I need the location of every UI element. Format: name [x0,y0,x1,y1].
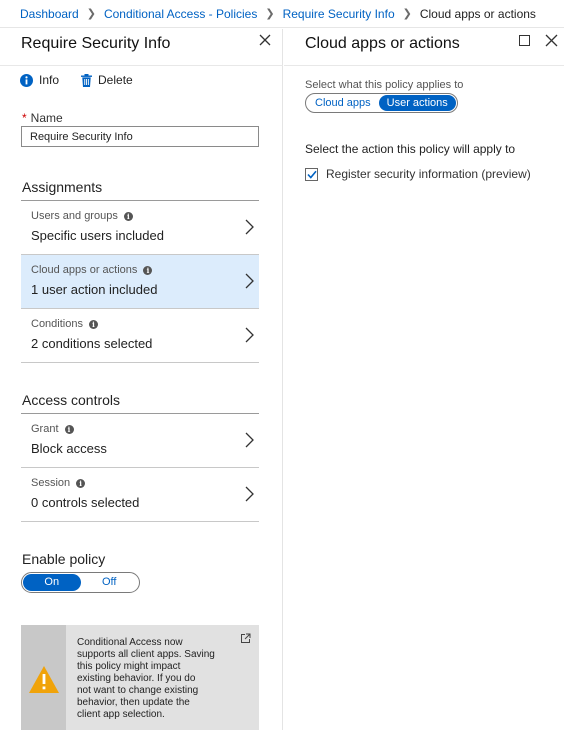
chevron-right-icon [245,327,254,343]
info-icon [20,73,33,87]
divider [21,362,259,363]
chevron-right-icon [245,486,254,502]
info-button[interactable]: Info [20,73,59,87]
policy-blade: Require Security Info Info Delete * Name … [0,29,283,730]
blade-title: Require Security Info [21,35,171,52]
warning-icon [29,666,59,693]
divider [0,65,283,66]
chevron-right-icon [245,219,254,235]
row-label: Conditions [31,318,83,330]
warning-line: behavior, then update the [77,697,190,708]
warning-line: not want to change existing [77,685,199,696]
info-icon[interactable]: i [88,319,98,329]
breadcrumb-policies[interactable]: Conditional Access - Policies [104,7,257,21]
close-icon[interactable] [258,33,272,47]
access-controls-heading: Access controls [22,392,121,408]
row-value: 1 user action included [31,282,158,297]
chevron-right-icon: ❯ [86,8,96,20]
blade-title: Cloud apps or actions [305,35,460,52]
close-icon[interactable] [545,34,558,47]
breadcrumb-dashboard[interactable]: Dashboard [20,7,79,21]
row-value: 2 conditions selected [31,336,153,351]
maximize-icon[interactable] [519,35,530,46]
checkbox[interactable] [305,167,318,181]
conditions-row[interactable]: Conditions i 2 conditions selected [21,309,259,362]
chevron-right-icon: ❯ [402,8,412,20]
warning-line: this policy might impact [77,661,181,672]
applies-to-label: Select what this policy applies to [305,79,464,91]
delete-button[interactable]: Delete [81,73,133,87]
row-label: Users and groups [31,210,118,222]
toggle-on[interactable]: On [23,574,81,591]
divider [21,521,259,522]
row-label: Session [31,477,71,489]
breadcrumb: Dashboard ❯ Conditional Access - Policie… [0,0,564,28]
users-and-groups-row[interactable]: Users and groups i Specific users include… [21,201,259,254]
segment-cloud-apps[interactable]: Cloud apps [307,95,379,111]
client-apps-warning: Conditional Access now supports all clie… [21,625,259,730]
enable-policy-toggle: On Off [21,572,140,593]
info-icon[interactable]: i [64,424,74,434]
register-security-info-option[interactable]: Register security information (preview) [305,167,531,181]
checkmark-icon [306,170,317,179]
name-label: * Name [22,111,63,125]
info-icon[interactable]: i [76,478,86,488]
chevron-right-icon [245,273,254,289]
command-bar: Info Delete [20,73,155,87]
info-icon[interactable]: i [143,265,153,275]
row-value: 0 controls selected [31,495,140,510]
row-value: Block access [31,441,107,456]
row-label: Grant [31,423,59,435]
segment-user-actions[interactable]: User actions [378,95,456,111]
breadcrumb-policy[interactable]: Require Security Info [283,7,395,21]
row-label: Cloud apps or actions [31,264,138,276]
action-label: Select the action this policy will apply… [305,142,516,156]
row-value: Specific users included [31,228,164,243]
grant-row[interactable]: Grant i Block access [21,414,259,467]
delete-label: Delete [98,73,133,87]
warning-line: Conditional Access now [77,637,183,648]
required-asterisk: * [22,111,27,125]
applies-to-selector: Cloud apps User actions [305,93,458,113]
info-label: Info [39,73,60,87]
enable-policy-heading: Enable policy [22,551,106,567]
trash-icon [81,73,93,87]
chevron-right-icon [245,432,254,448]
external-link-icon[interactable] [240,633,251,644]
checkbox-label: Register security information (preview) [326,167,531,181]
name-input[interactable] [21,126,259,147]
breadcrumb-current: Cloud apps or actions [419,6,536,21]
session-row[interactable]: Session i 0 controls selected [21,468,259,521]
warning-text: Conditional Access now supports all clie… [77,637,237,721]
warning-line: client app selection. [77,709,165,720]
divider [284,65,564,66]
assignments-heading: Assignments [22,179,103,195]
warning-line: supports all client apps. Saving [77,649,215,660]
cloud-apps-blade: Cloud apps or actions Select what this p… [284,29,564,730]
chevron-right-icon: ❯ [265,8,275,20]
info-icon[interactable]: i [123,211,133,221]
cloud-apps-row[interactable]: Cloud apps or actions i 1 user action inc… [21,255,259,308]
toggle-off[interactable]: Off [81,574,139,591]
warning-line: existing behavior. If you do [77,673,196,684]
